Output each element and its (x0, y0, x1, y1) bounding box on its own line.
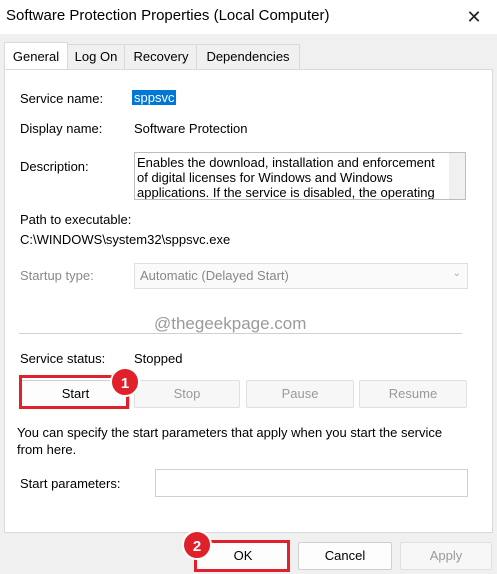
startup-type-select[interactable]: Automatic (Delayed Start) ⌄ (134, 263, 468, 289)
title-bar: Software Protection Properties (Local Co… (0, 0, 497, 34)
resume-button[interactable]: Resume (359, 380, 467, 408)
description-scrollbar[interactable] (449, 153, 465, 199)
window-title: Software Protection Properties (Local Co… (6, 7, 330, 24)
tab-general[interactable]: General (4, 42, 68, 69)
description-text: Enables the download, installation and e… (137, 155, 435, 200)
watermark: @thegeekpage.com (154, 314, 307, 333)
tab-dependencies[interactable]: Dependencies (196, 44, 300, 69)
step-badge-2: 2 (182, 530, 212, 560)
startup-type-label: Startup type: (20, 268, 94, 283)
start-params-input[interactable] (155, 469, 468, 497)
close-icon[interactable]: ✕ (451, 0, 497, 34)
description-box[interactable]: Enables the download, installation and e… (134, 152, 466, 200)
display-name-label: Display name: (20, 121, 103, 136)
display-name-value[interactable]: Software Protection (134, 121, 247, 136)
apply-button[interactable]: Apply (400, 542, 492, 570)
path-value: C:\WINDOWS\system32\sppsvc.exe (20, 232, 231, 247)
general-panel: Service name: sppsvc Display name: Softw… (4, 69, 493, 533)
service-status-label: Service status: (20, 351, 106, 366)
start-params-label: Start parameters: (20, 476, 121, 491)
cancel-button[interactable]: Cancel (298, 542, 392, 570)
service-status-value: Stopped (134, 351, 183, 366)
service-name-value[interactable]: sppsvc (132, 90, 177, 105)
step-badge-1: 1 (110, 367, 140, 397)
stop-button[interactable]: Stop (134, 380, 240, 408)
service-name-label: Service name: (20, 91, 104, 106)
chevron-down-icon: ⌄ (452, 268, 461, 279)
path-label: Path to executable: (20, 212, 132, 227)
pause-button[interactable]: Pause (246, 380, 354, 408)
description-label: Description: (20, 159, 89, 174)
tab-recovery[interactable]: Recovery (124, 44, 198, 69)
divider (19, 333, 462, 334)
start-params-info: You can specify the start parameters tha… (17, 425, 443, 457)
tab-log-on[interactable]: Log On (66, 44, 126, 69)
